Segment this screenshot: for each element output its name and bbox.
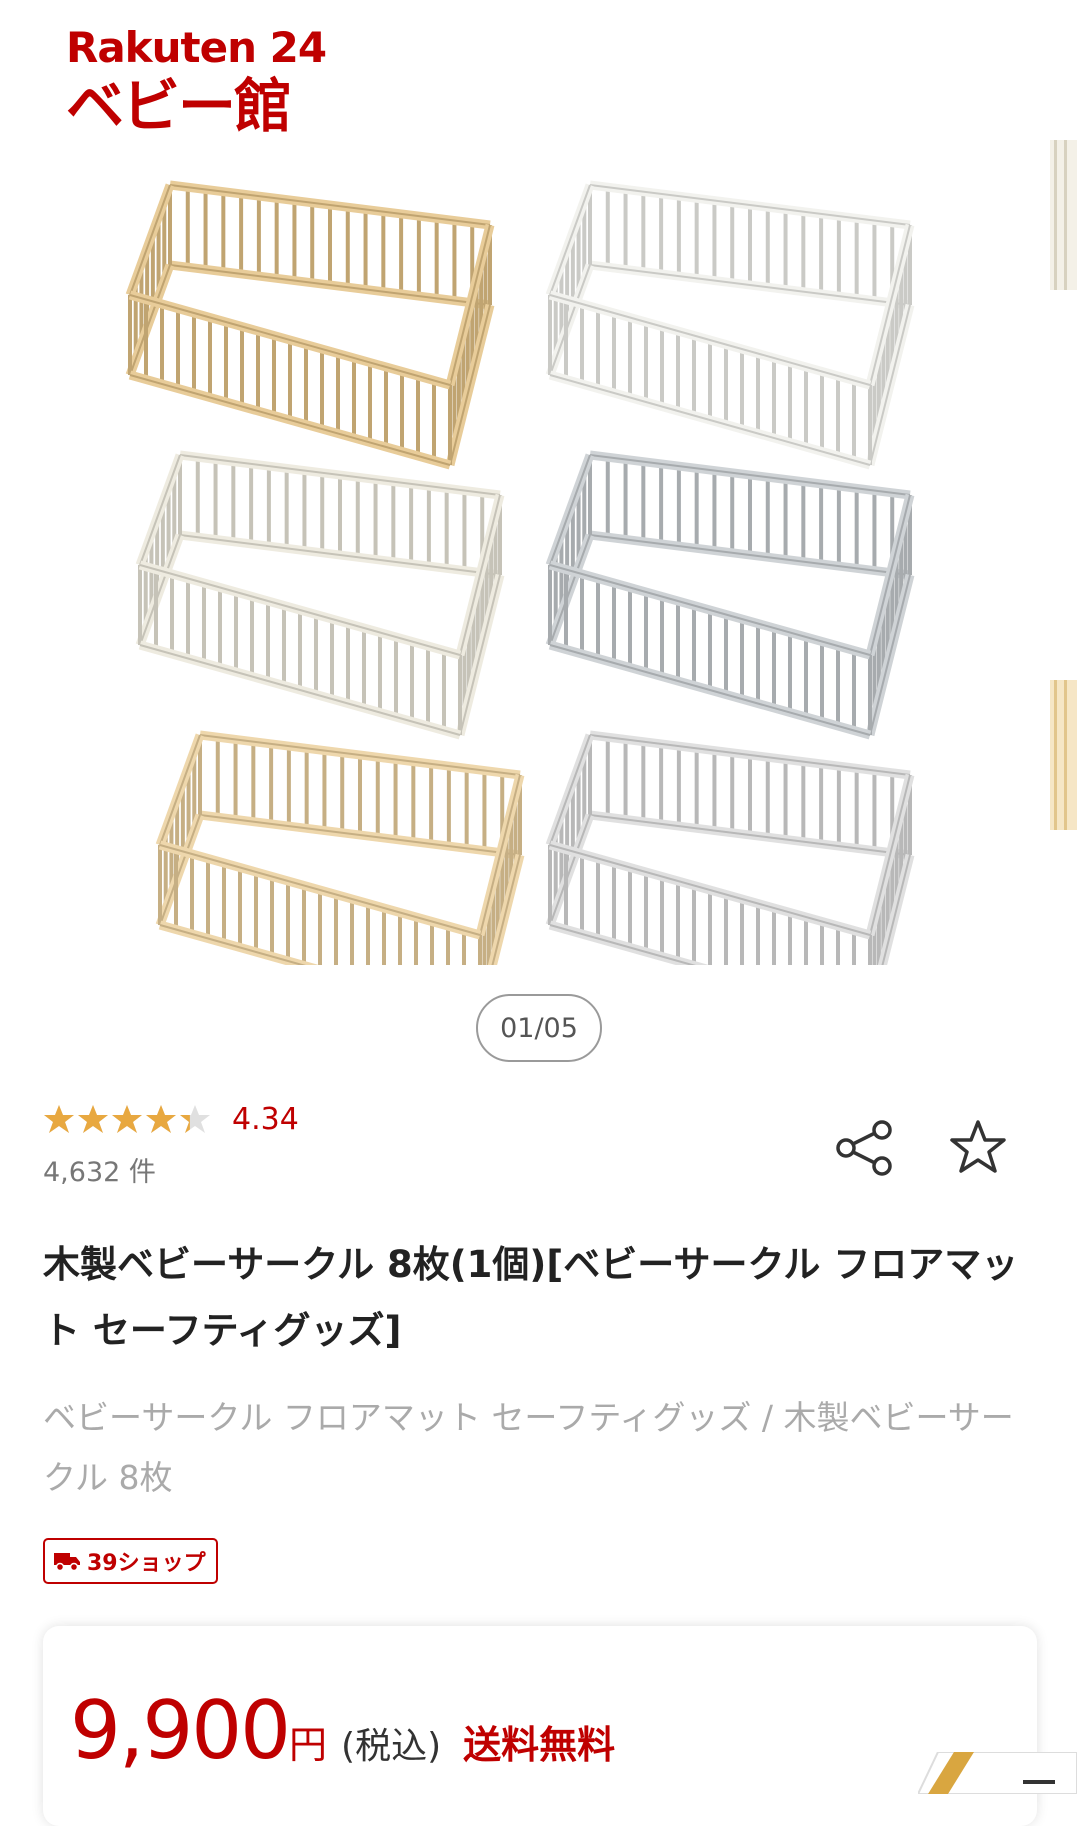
store-logo[interactable]: Rakuten 24 ベビー館 <box>66 26 346 156</box>
free-shipping-label: 送料無料 <box>463 1723 616 1767</box>
baby-pen-gray <box>545 450 915 740</box>
baby-pen-white-gray <box>545 730 915 1020</box>
rating-star-icon <box>78 1105 108 1133</box>
rating-star-icon <box>180 1105 210 1133</box>
tax-label: (税込) <box>341 1726 442 1767</box>
baby-pen-natural-light <box>155 730 525 1020</box>
logo-rakuten24: Rakuten 24 <box>66 23 327 72</box>
price-row: 9,900 円 (税込) 送料無料 <box>70 1686 615 1776</box>
next-image-peek[interactable] <box>1050 130 1077 830</box>
rating-value[interactable]: 4.34 <box>232 1100 299 1140</box>
star-outline-icon <box>950 1120 1006 1173</box>
rating-star-icon <box>146 1105 176 1133</box>
baby-pen-white <box>545 180 915 470</box>
share-icon <box>836 1120 892 1176</box>
logo-baby-kan: ベビー館 <box>66 72 292 140</box>
rating-star-icon <box>112 1105 142 1133</box>
badge-label: 39ショップ <box>87 1551 206 1576</box>
truck-icon <box>54 1553 80 1572</box>
rating-star-icon <box>44 1105 74 1133</box>
image-pager: 01/05 <box>476 994 602 1062</box>
favorite-button[interactable] <box>948 1118 1008 1178</box>
category-breadcrumb[interactable]: ベビーサークル フロアマット セーフティグッズ / 木製ベビーサークル 8枚 <box>43 1388 1033 1508</box>
baby-pen-ivory <box>135 450 505 740</box>
review-count[interactable]: 4,632 件 <box>43 1155 156 1191</box>
rating-stars <box>43 1100 211 1140</box>
share-button[interactable] <box>834 1118 894 1178</box>
corner-badge[interactable] <box>916 1751 1077 1795</box>
product-image-gallery[interactable] <box>110 165 950 1020</box>
price-currency: 円 <box>289 1723 328 1767</box>
shop-39-badge: 39ショップ <box>43 1538 218 1584</box>
product-title: 木製ベビーサークル 8枚(1個)[ベビーサークル フロアマット セーフティグッズ… <box>43 1243 1019 1352</box>
baby-pen-natural <box>125 180 495 470</box>
product-image <box>125 180 915 1020</box>
price-amount: 9,900 <box>70 1684 291 1777</box>
